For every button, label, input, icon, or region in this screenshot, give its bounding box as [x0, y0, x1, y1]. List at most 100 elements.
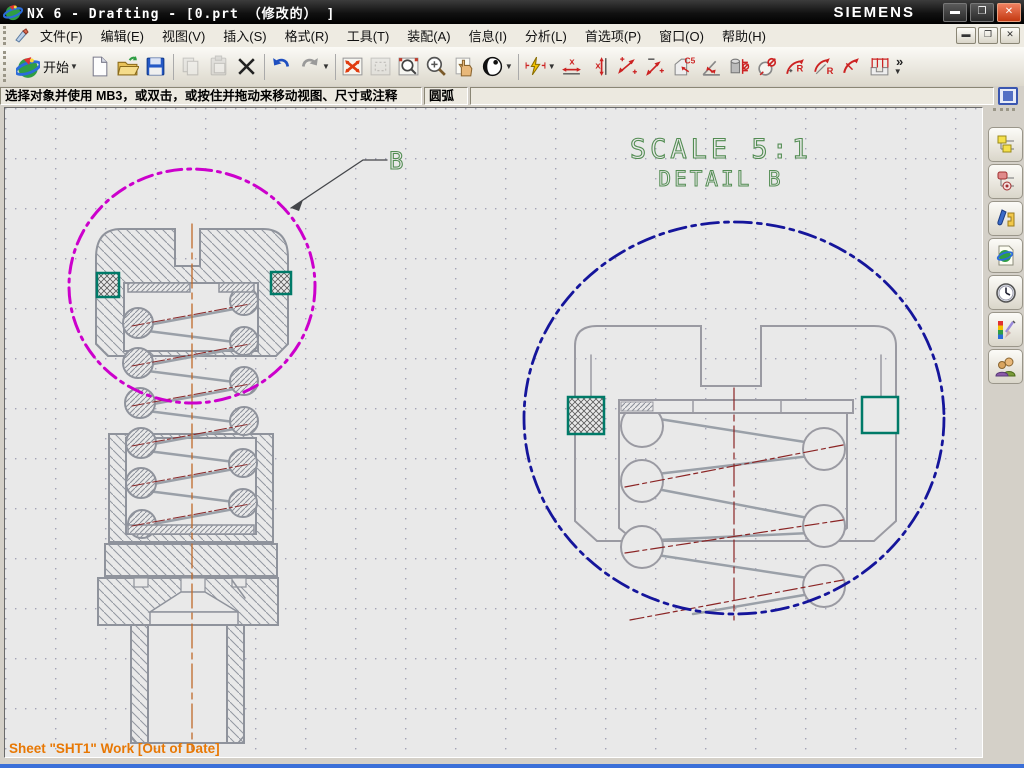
undo-button[interactable] — [268, 52, 296, 82]
stem-section — [130, 624, 245, 744]
ordinate-dimension-button[interactable] — [866, 52, 894, 82]
seal-highlight-left[interactable] — [95, 271, 121, 299]
minimize-icon[interactable]: ▬ — [943, 2, 967, 22]
redo-button[interactable] — [296, 52, 324, 82]
toolbar-grip[interactable] — [3, 26, 11, 45]
horizontal-dimension-button[interactable]: x — [558, 52, 586, 82]
palettes-tab[interactable] — [988, 312, 1023, 347]
inferred-dimension-dropdown-icon[interactable]: ▼ — [548, 62, 556, 71]
drawing-canvas[interactable]: B SCALE 5:1 DETAIL B Sheet "SHT1" Work [… — [4, 107, 983, 758]
reuse-library-icon — [996, 245, 1013, 265]
overflow-dropdown-icon: ▼ — [893, 66, 902, 76]
reuse-library-tab[interactable] — [988, 238, 1023, 273]
svg-text:C5: C5 — [685, 55, 695, 65]
cylindrical-dimension-button[interactable] — [726, 52, 754, 82]
detail-balloon-label: B — [389, 147, 403, 175]
overflow-chevron-icon: » — [896, 53, 904, 69]
valve-block-section — [97, 577, 279, 626]
radius-dimension-button[interactable]: R — [782, 52, 810, 82]
detail-seal-highlight-left[interactable] — [566, 395, 606, 436]
prompt-spacer — [470, 87, 994, 105]
menu-help[interactable]: 帮助(H) — [713, 24, 775, 47]
assembly-navigator-icon — [997, 135, 1014, 152]
menu-format[interactable]: 格式(R) — [276, 24, 338, 47]
part-navigator-tab[interactable] — [988, 201, 1023, 236]
save-button[interactable] — [142, 52, 170, 82]
assembly-navigator-tab[interactable] — [988, 127, 1023, 162]
parallel-dimension-button[interactable] — [614, 52, 642, 82]
roles-tab[interactable] — [988, 349, 1023, 384]
close-icon[interactable]: ✕ — [997, 2, 1021, 22]
roles-people-icon — [994, 357, 1016, 376]
open-button[interactable] — [114, 52, 142, 82]
detail-seal-highlight-right[interactable] — [860, 395, 900, 435]
mdi-close-icon[interactable]: ✕ — [1000, 27, 1020, 44]
selection-brush-icon — [15, 28, 29, 43]
nx-swirl-icon — [16, 56, 40, 78]
display-mode-button[interactable] — [479, 52, 507, 82]
palettes-icon — [997, 320, 1015, 339]
menu-insert[interactable]: 插入(S) — [214, 24, 275, 47]
menu-preferences[interactable]: 首选项(P) — [576, 24, 650, 47]
history-tab[interactable] — [988, 275, 1023, 310]
dialog-rail-icon[interactable] — [998, 87, 1018, 105]
copy-button — [177, 52, 205, 82]
prompt-message: 选择对象并使用 MB3，或双击，或按住并拖动来移动视图、尺寸或注释 — [0, 87, 422, 105]
prompt-bar: 选择对象并使用 MB3，或双击，或按住并拖动来移动视图、尺寸或注释 圆弧 — [0, 86, 1024, 106]
inferred-dimension-button[interactable] — [522, 52, 550, 82]
menu-analysis[interactable]: 分析(L) — [516, 24, 576, 47]
mdi-restore-icon[interactable]: ❐ — [978, 27, 998, 44]
start-button[interactable]: 开始 ▼ — [14, 53, 86, 81]
resource-bar — [984, 106, 1024, 756]
flange-section — [104, 543, 278, 577]
start-dropdown-icon: ▼ — [70, 62, 78, 71]
delete-button[interactable] — [233, 52, 261, 82]
nx-logo-icon — [3, 4, 23, 21]
seal-highlight-right[interactable] — [269, 270, 293, 296]
perpendicular-dimension-button[interactable] — [642, 52, 670, 82]
arc-length-dimension-button[interactable] — [838, 52, 866, 82]
taskbar-edge — [0, 764, 1024, 768]
menu-edit[interactable]: 编辑(E) — [92, 24, 153, 47]
menu-window[interactable]: 窗口(O) — [650, 24, 713, 47]
menu-bar: 文件(F) 编辑(E) 视图(V) 插入(S) 格式(R) 工具(T) 装配(A… — [0, 24, 1024, 48]
toolbar-grip-2[interactable] — [3, 50, 11, 83]
part-navigator-icon — [996, 208, 1014, 226]
paste-button — [205, 52, 233, 82]
zoom-in-out-button[interactable] — [423, 52, 451, 82]
fit-view-button[interactable] — [339, 52, 367, 82]
zoom-box-button[interactable] — [395, 52, 423, 82]
restore-icon[interactable]: ❐ — [970, 2, 994, 22]
redo-dropdown-icon[interactable]: ▼ — [322, 62, 330, 71]
title-bar: NX 6 - Drafting - [0.prt （修改的） ] SIEMENS… — [0, 0, 1024, 24]
svg-text:R: R — [827, 65, 834, 76]
menu-tools[interactable]: 工具(T) — [338, 24, 399, 47]
vertical-dimension-button[interactable]: x — [586, 52, 614, 82]
angular-dimension-button[interactable] — [698, 52, 726, 82]
scale-label: SCALE 5:1 — [630, 134, 812, 165]
menu-file[interactable]: 文件(F) — [31, 24, 92, 47]
mdi-minimize-icon[interactable]: ▬ — [956, 27, 976, 44]
display-mode-dropdown-icon[interactable]: ▼ — [505, 62, 513, 71]
new-part-button[interactable] — [86, 52, 114, 82]
resource-bar-grip[interactable] — [993, 108, 1015, 123]
start-label: 开始 — [43, 60, 70, 75]
toolbar-overflow-button[interactable]: » ▼ — [893, 53, 904, 77]
menu-view[interactable]: 视图(V) — [153, 24, 214, 47]
siemens-logo: SIEMENS — [833, 3, 915, 21]
menu-information[interactable]: 信息(I) — [460, 24, 516, 47]
radius-center-dimension-button[interactable]: R — [810, 52, 838, 82]
pan-button[interactable] — [451, 52, 479, 82]
svg-text:R: R — [797, 63, 804, 74]
sheet-status-text: Sheet "SHT1" Work [Out of Date] — [9, 741, 220, 756]
detail-label: DETAIL B — [658, 167, 783, 191]
main-toolbar: 开始 ▼ ▼ ▼ ▼ x x C5 R R » ▼ — [0, 47, 1024, 87]
constraint-navigator-tab[interactable] — [988, 164, 1023, 199]
spring-seat-plate — [618, 399, 854, 414]
window-title: NX 6 - Drafting - [0.prt （修改的） ] — [27, 6, 336, 22]
drafting-sheet: B SCALE 5:1 DETAIL B Sheet "SHT1" Work [… — [5, 108, 982, 757]
hole-dimension-button[interactable] — [754, 52, 782, 82]
menu-assemblies[interactable]: 装配(A) — [398, 24, 459, 47]
chamfer-dimension-button[interactable]: C5 — [670, 52, 698, 82]
prompt-cue: 圆弧 — [424, 87, 468, 105]
